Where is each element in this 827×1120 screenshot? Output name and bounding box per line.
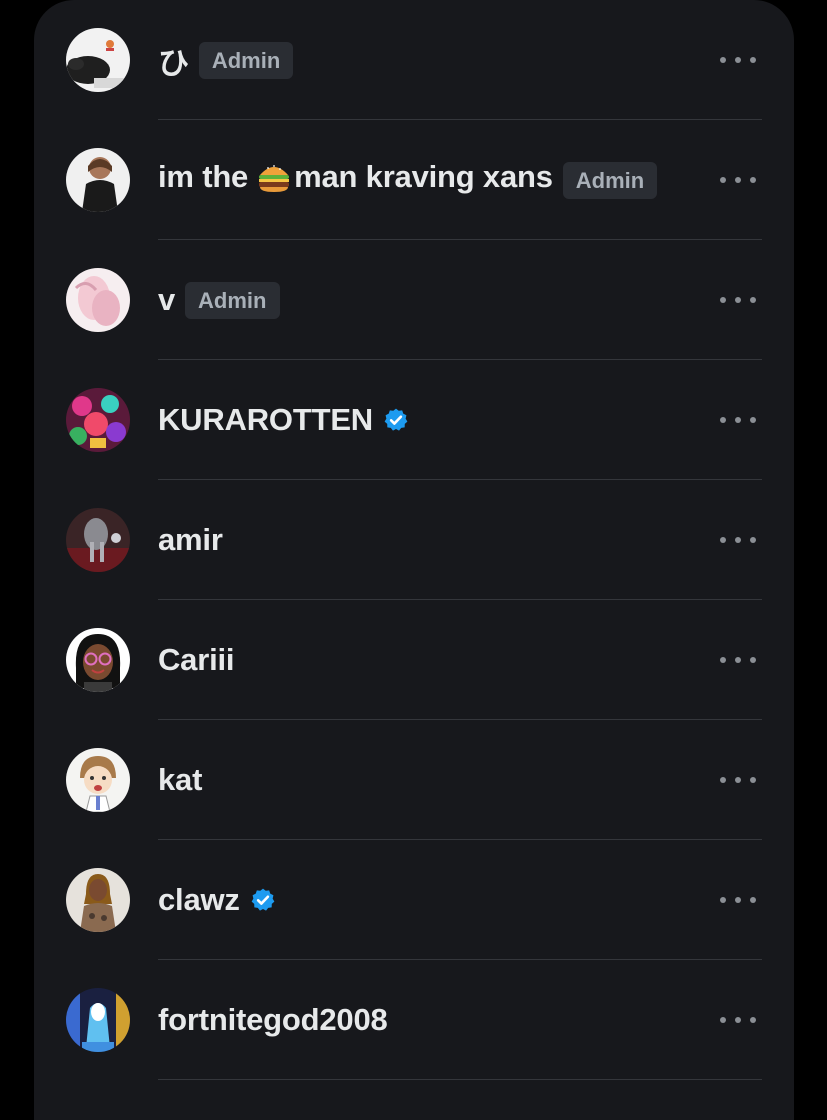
more-options-icon[interactable] bbox=[720, 646, 756, 674]
admin-badge: Admin bbox=[185, 281, 280, 319]
member-name: v bbox=[158, 282, 176, 317]
list-item[interactable]: ひ Admin bbox=[34, 0, 794, 120]
list-item[interactable]: amir bbox=[34, 480, 794, 600]
list-item[interactable]: clawz bbox=[34, 840, 794, 960]
avatar[interactable] bbox=[66, 148, 130, 212]
avatar-cartoon-glasses bbox=[66, 628, 130, 692]
more-options-icon[interactable] bbox=[720, 886, 756, 914]
avatar-pink-art bbox=[66, 268, 130, 332]
more-options-icon[interactable] bbox=[720, 166, 756, 194]
avatar[interactable] bbox=[66, 268, 130, 332]
more-options-icon[interactable] bbox=[720, 406, 756, 434]
hamburger-emoji bbox=[256, 161, 292, 201]
list-item[interactable]: Cariii bbox=[34, 600, 794, 720]
avatar-dark-art bbox=[66, 508, 130, 572]
list-item[interactable]: v Admin bbox=[34, 240, 794, 360]
avatar[interactable] bbox=[66, 388, 130, 452]
list-item[interactable]: im the man kraving xans Admin bbox=[34, 120, 794, 240]
divider bbox=[158, 1079, 762, 1080]
avatar-person-dreads bbox=[66, 868, 130, 932]
more-options-icon[interactable] bbox=[720, 46, 756, 74]
more-options-icon[interactable] bbox=[720, 766, 756, 794]
avatar[interactable] bbox=[66, 868, 130, 932]
members-list: ひ Admin im the man kraving xans Admin v … bbox=[34, 0, 794, 1080]
more-options-icon[interactable] bbox=[720, 526, 756, 554]
member-name: amir bbox=[158, 522, 223, 557]
avatar[interactable] bbox=[66, 28, 130, 92]
member-name: Cariii bbox=[158, 642, 235, 677]
member-name: KURAROTTEN bbox=[158, 402, 373, 437]
avatar-dog-icon bbox=[66, 28, 130, 92]
member-name: clawz bbox=[158, 882, 240, 917]
more-options-icon[interactable] bbox=[720, 286, 756, 314]
avatar-blue-art bbox=[66, 988, 130, 1052]
more-options-icon[interactable] bbox=[720, 1006, 756, 1034]
list-item[interactable]: KURAROTTEN bbox=[34, 360, 794, 480]
avatar[interactable] bbox=[66, 508, 130, 572]
member-name: fortnitegod2008 bbox=[158, 1002, 388, 1037]
avatar[interactable] bbox=[66, 628, 130, 692]
verified-badge-icon bbox=[384, 408, 408, 431]
avatar[interactable] bbox=[66, 748, 130, 812]
admin-badge: Admin bbox=[198, 41, 294, 79]
avatar-person-photo bbox=[66, 148, 130, 212]
avatar[interactable] bbox=[66, 988, 130, 1052]
list-item[interactable]: fortnitegod2008 bbox=[34, 960, 794, 1080]
avatar-colorful-art bbox=[66, 388, 130, 452]
member-name: kat bbox=[158, 762, 203, 797]
member-name: im the man kraving xans bbox=[158, 159, 553, 201]
members-panel: ひ Admin im the man kraving xans Admin v … bbox=[34, 0, 794, 1120]
list-item[interactable]: kat bbox=[34, 720, 794, 840]
member-name: ひ bbox=[158, 45, 189, 81]
verified-badge-icon bbox=[251, 888, 275, 911]
avatar-anime-boy bbox=[66, 748, 130, 812]
admin-badge: Admin bbox=[562, 161, 658, 199]
